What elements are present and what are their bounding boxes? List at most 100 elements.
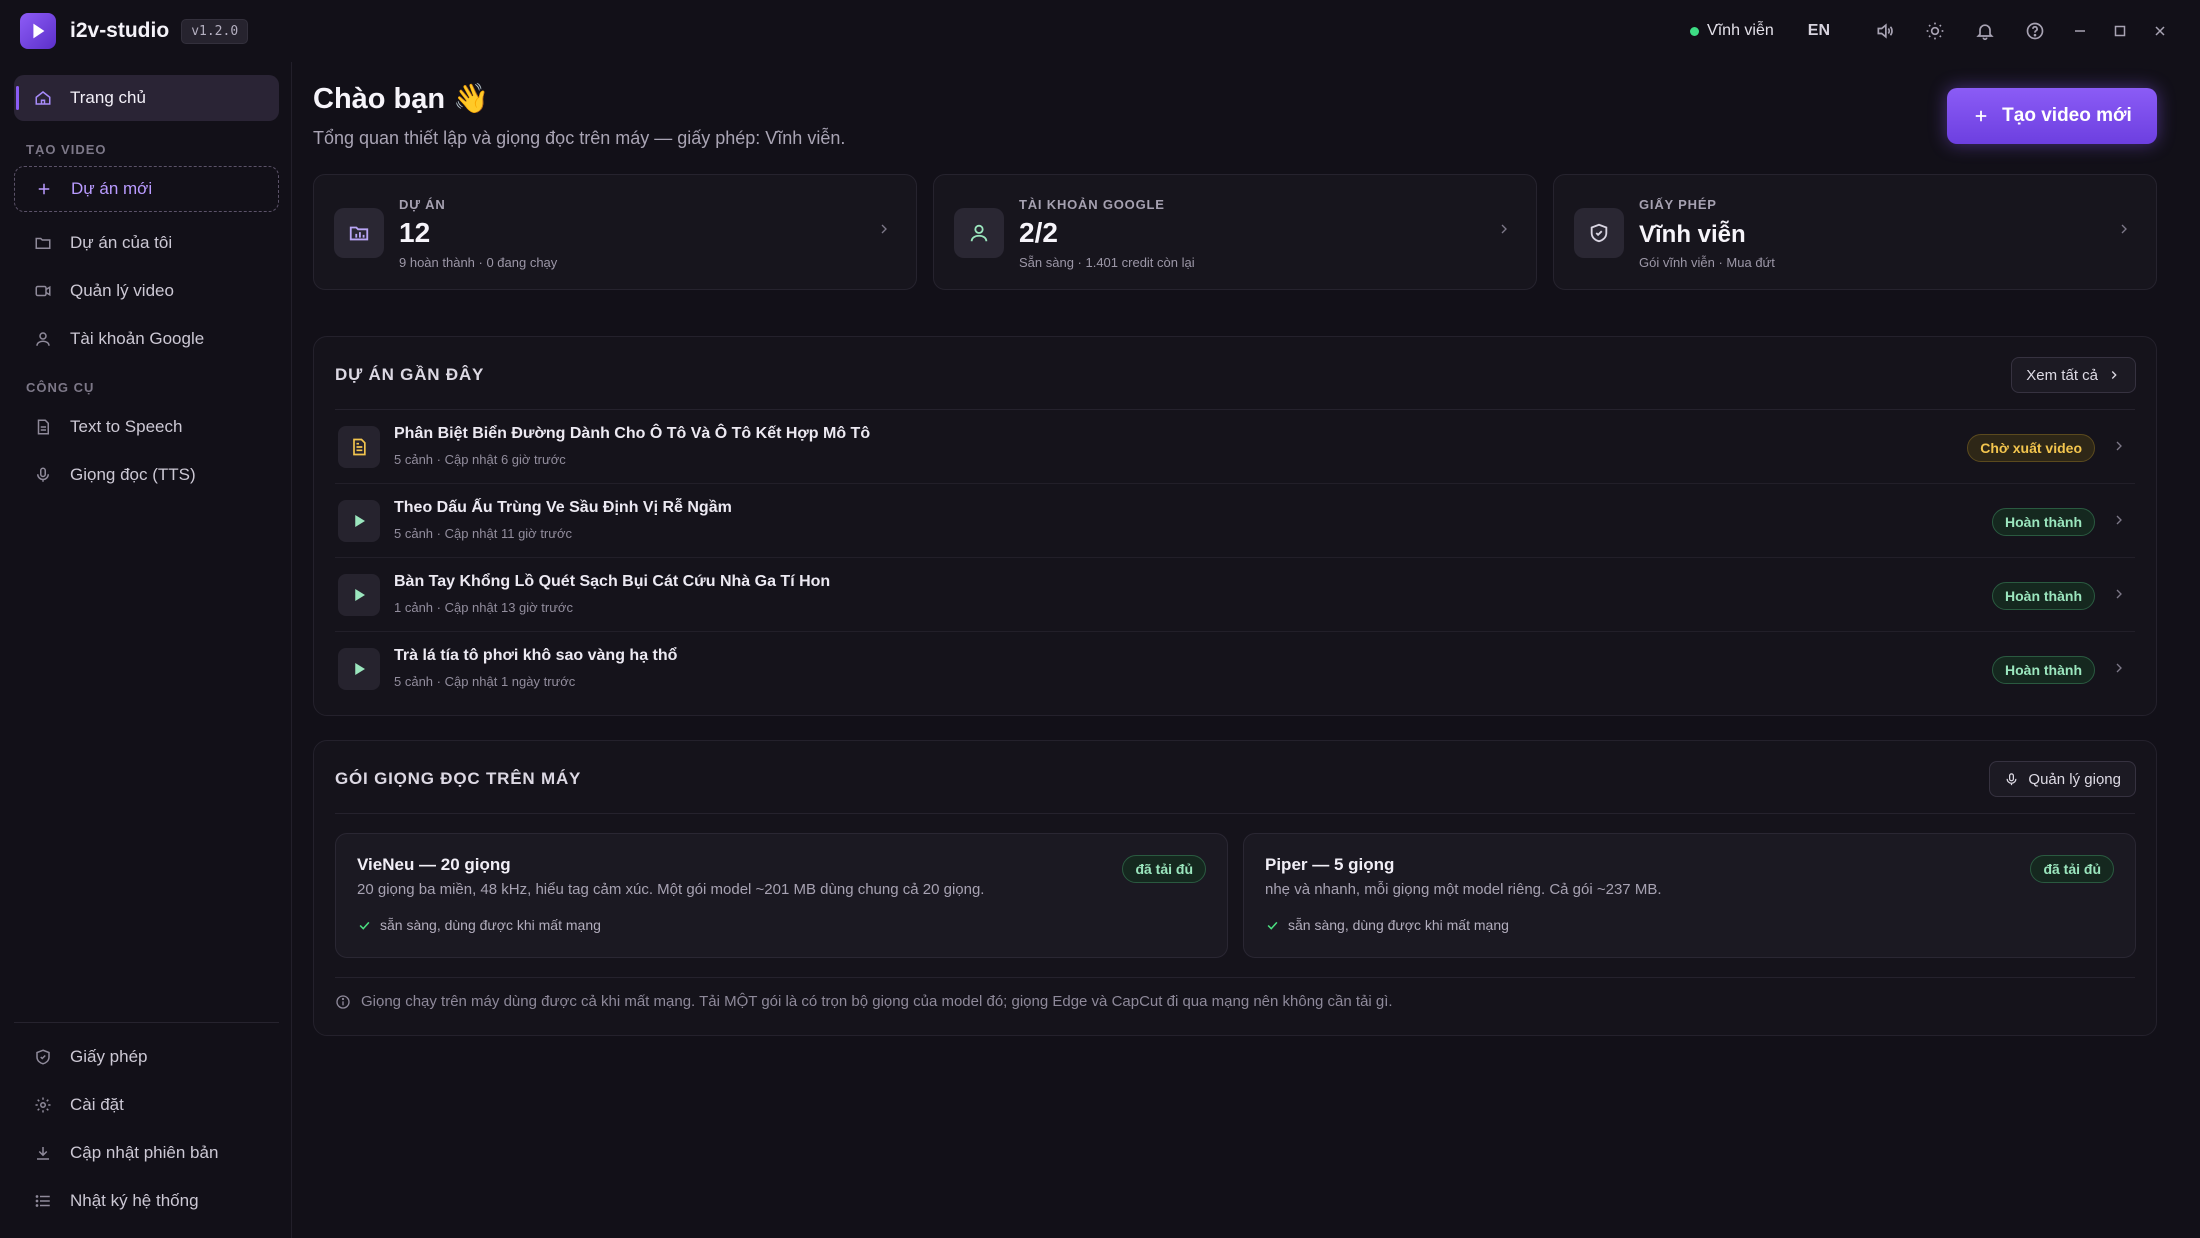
stat-card-license[interactable]: GIẤY PHÉP Vĩnh viễn Gói vĩnh viễn · Mua …: [1553, 174, 2157, 290]
plus-icon: [1975, 110, 1987, 122]
sidebar-item-my-projects[interactable]: Dự án của tôi: [14, 220, 279, 266]
main-content: Chào bạn 👋 Tổng quan thiết lập và giọng …: [313, 62, 2157, 1238]
folder-icon: [32, 232, 54, 254]
voice-pack-card[interactable]: Piper — 5 giọng nhẹ và nhanh, mỗi giọng …: [1243, 833, 2136, 958]
app-name: i2v-studio: [70, 19, 170, 42]
project-row[interactable]: Bàn Tay Khổng Lồ Quét Sạch Bụi Cát Cứu N…: [335, 558, 2135, 632]
project-row[interactable]: Theo Dấu Ấu Trùng Ve Sầu Định Vị Rễ Ngầm…: [335, 484, 2135, 558]
sidebar-item-label: Dự án của tôi: [70, 233, 173, 252]
chevron-right-icon: [2111, 438, 2127, 459]
stat-card-projects[interactable]: DỰ ÁN 12 9 hoàn thành · 0 đang chạy: [313, 174, 917, 290]
project-title: Bàn Tay Khổng Lồ Quét Sạch Bụi Cát Cứu N…: [394, 573, 831, 590]
theme-icon[interactable]: [1910, 11, 1960, 51]
chevron-right-icon: [2111, 586, 2127, 607]
voice-packs-panel: GÓI GIỌNG ĐỌC TRÊN MÁY Quản lý giọng Vie…: [313, 740, 2157, 1036]
recent-projects-title: DỰ ÁN GẦN ĐÂY: [335, 365, 485, 384]
user-icon: [32, 328, 54, 350]
voice-pack-ready-label: sẵn sàng, dùng được khi mất mạng: [1288, 917, 1509, 933]
check-icon: [359, 921, 370, 930]
microphone-icon: [2006, 772, 2017, 785]
shield-icon: [32, 1046, 54, 1068]
stat-value: 12: [399, 217, 431, 248]
stat-label: TÀI KHOẢN GOOGLE: [1019, 197, 1165, 212]
bell-icon[interactable]: [1960, 11, 2010, 51]
new-video-label: Tạo video mới: [2002, 105, 2132, 126]
download-icon: [32, 1142, 54, 1164]
new-video-button[interactable]: Tạo video mới: [1947, 88, 2157, 144]
voice-pack-desc: nhẹ và nhanh, mỗi giọng một model riêng.…: [1265, 881, 1662, 898]
info-note: Giọng chạy trên máy dùng được cả khi mất…: [335, 993, 1393, 1010]
sidebar-item-label: Giọng đọc (TTS): [70, 465, 196, 484]
sidebar-item-system-log[interactable]: Nhật ký hệ thống: [14, 1178, 279, 1224]
play-icon[interactable]: [338, 648, 380, 690]
license-status-label: Vĩnh viễn: [1707, 22, 1774, 39]
license-status[interactable]: Vĩnh viễn: [1690, 22, 1774, 40]
status-badge: Hoàn thành: [1992, 508, 2095, 536]
project-title: Trà lá tía tô phơi khô sao vàng hạ thổ: [394, 647, 678, 664]
sidebar-item-license[interactable]: Giấy phép: [14, 1034, 279, 1080]
sidebar-item-label: Cập nhật phiên bản: [70, 1143, 219, 1162]
stat-sub: Gói vĩnh viễn · Mua đứt: [1639, 255, 1775, 270]
voice-packs-title: GÓI GIỌNG ĐỌC TRÊN MÁY: [335, 769, 582, 788]
sidebar-item-label: Dự án mới: [71, 179, 153, 198]
status-badge: Chờ xuất video: [1967, 434, 2095, 462]
voice-pack-card[interactable]: VieNeu — 20 giọng 20 giọng ba miền, 48 k…: [335, 833, 1228, 958]
sidebar-item-settings[interactable]: Cài đặt: [14, 1082, 279, 1128]
sidebar-item-label: Giấy phép: [70, 1047, 148, 1066]
volume-icon[interactable]: [1860, 11, 1910, 51]
project-row[interactable]: Phân Biệt Biển Đường Dành Cho Ô Tô Và Ô …: [335, 410, 2135, 484]
status-badge: đã tải đủ: [1122, 855, 1206, 883]
gear-icon: [32, 1094, 54, 1116]
chevron-right-icon: [2111, 512, 2127, 533]
divider: [335, 977, 2135, 978]
page-title: Chào bạn 👋: [313, 83, 490, 115]
page-subtitle: Tổng quan thiết lập và giọng đọc trên má…: [313, 128, 846, 148]
list-icon: [32, 1190, 54, 1212]
help-icon[interactable]: [2010, 11, 2060, 51]
project-meta: 5 cảnh · Cập nhật 1 ngày trước: [394, 674, 576, 689]
status-badge: đã tải đủ: [2030, 855, 2114, 883]
voice-pack-ready: sẵn sàng, dùng được khi mất mạng: [1265, 917, 1509, 933]
language-switch[interactable]: EN: [1808, 22, 1830, 40]
voice-pack-name: VieNeu — 20 giọng: [357, 855, 511, 874]
sidebar-item-google-account[interactable]: Tài khoản Google: [14, 316, 279, 362]
stat-sub: 9 hoàn thành · 0 đang chạy: [399, 255, 558, 270]
manage-voices-button[interactable]: Quản lý giọng: [1989, 761, 2136, 797]
sidebar-item-label: Cài đặt: [70, 1095, 124, 1114]
sidebar-item-new-project[interactable]: Dự án mới: [14, 166, 279, 212]
stat-value: Vĩnh viễn: [1639, 221, 1746, 248]
sidebar-item-manage-video[interactable]: Quản lý video: [14, 268, 279, 314]
sidebar-item-home[interactable]: Trang chủ: [14, 75, 279, 121]
chevron-right-icon: [2111, 660, 2127, 681]
stat-value: 2/2: [1019, 217, 1058, 248]
sidebar-item-tts-voice[interactable]: Giọng đọc (TTS): [14, 452, 279, 498]
stat-label: DỰ ÁN: [399, 197, 446, 212]
play-icon[interactable]: [338, 574, 380, 616]
chevron-right-icon: [2116, 221, 2132, 242]
version-badge: v1.2.0: [181, 18, 249, 44]
shield-icon: [1574, 208, 1624, 258]
section-tools: CÔNG CỤ: [26, 380, 95, 395]
sidebar-divider: [14, 1022, 279, 1023]
maximize-icon[interactable]: [2100, 11, 2140, 51]
sidebar-item-text-to-speech[interactable]: Text to Speech: [14, 404, 279, 450]
home-icon: [32, 87, 54, 109]
close-icon[interactable]: [2140, 11, 2180, 51]
view-all-label: Xem tất cả: [2026, 366, 2098, 384]
manage-voices-label: Quản lý giọng: [2028, 770, 2121, 788]
play-icon[interactable]: [338, 500, 380, 542]
info-icon: [336, 994, 350, 1009]
online-dot: [1690, 26, 1700, 36]
chevron-right-icon: [2111, 371, 2117, 379]
stat-card-google-account[interactable]: TÀI KHOẢN GOOGLE 2/2 Sẵn sàng · 1.401 cr…: [933, 174, 1537, 290]
sidebar-item-label: Quản lý video: [70, 281, 174, 300]
project-meta: 5 cảnh · Cập nhật 11 giờ trước: [394, 526, 572, 541]
folder-icon: [334, 208, 384, 258]
view-all-button[interactable]: Xem tất cả: [2011, 357, 2136, 393]
video-icon: [32, 280, 54, 302]
minimize-icon[interactable]: [2060, 11, 2100, 51]
microphone-icon: [32, 464, 54, 486]
project-row[interactable]: Trà lá tía tô phơi khô sao vàng hạ thổ 5…: [335, 632, 2135, 706]
project-meta: 5 cảnh · Cập nhật 6 giờ trước: [394, 452, 566, 467]
sidebar-item-update[interactable]: Cập nhật phiên bản: [14, 1130, 279, 1176]
